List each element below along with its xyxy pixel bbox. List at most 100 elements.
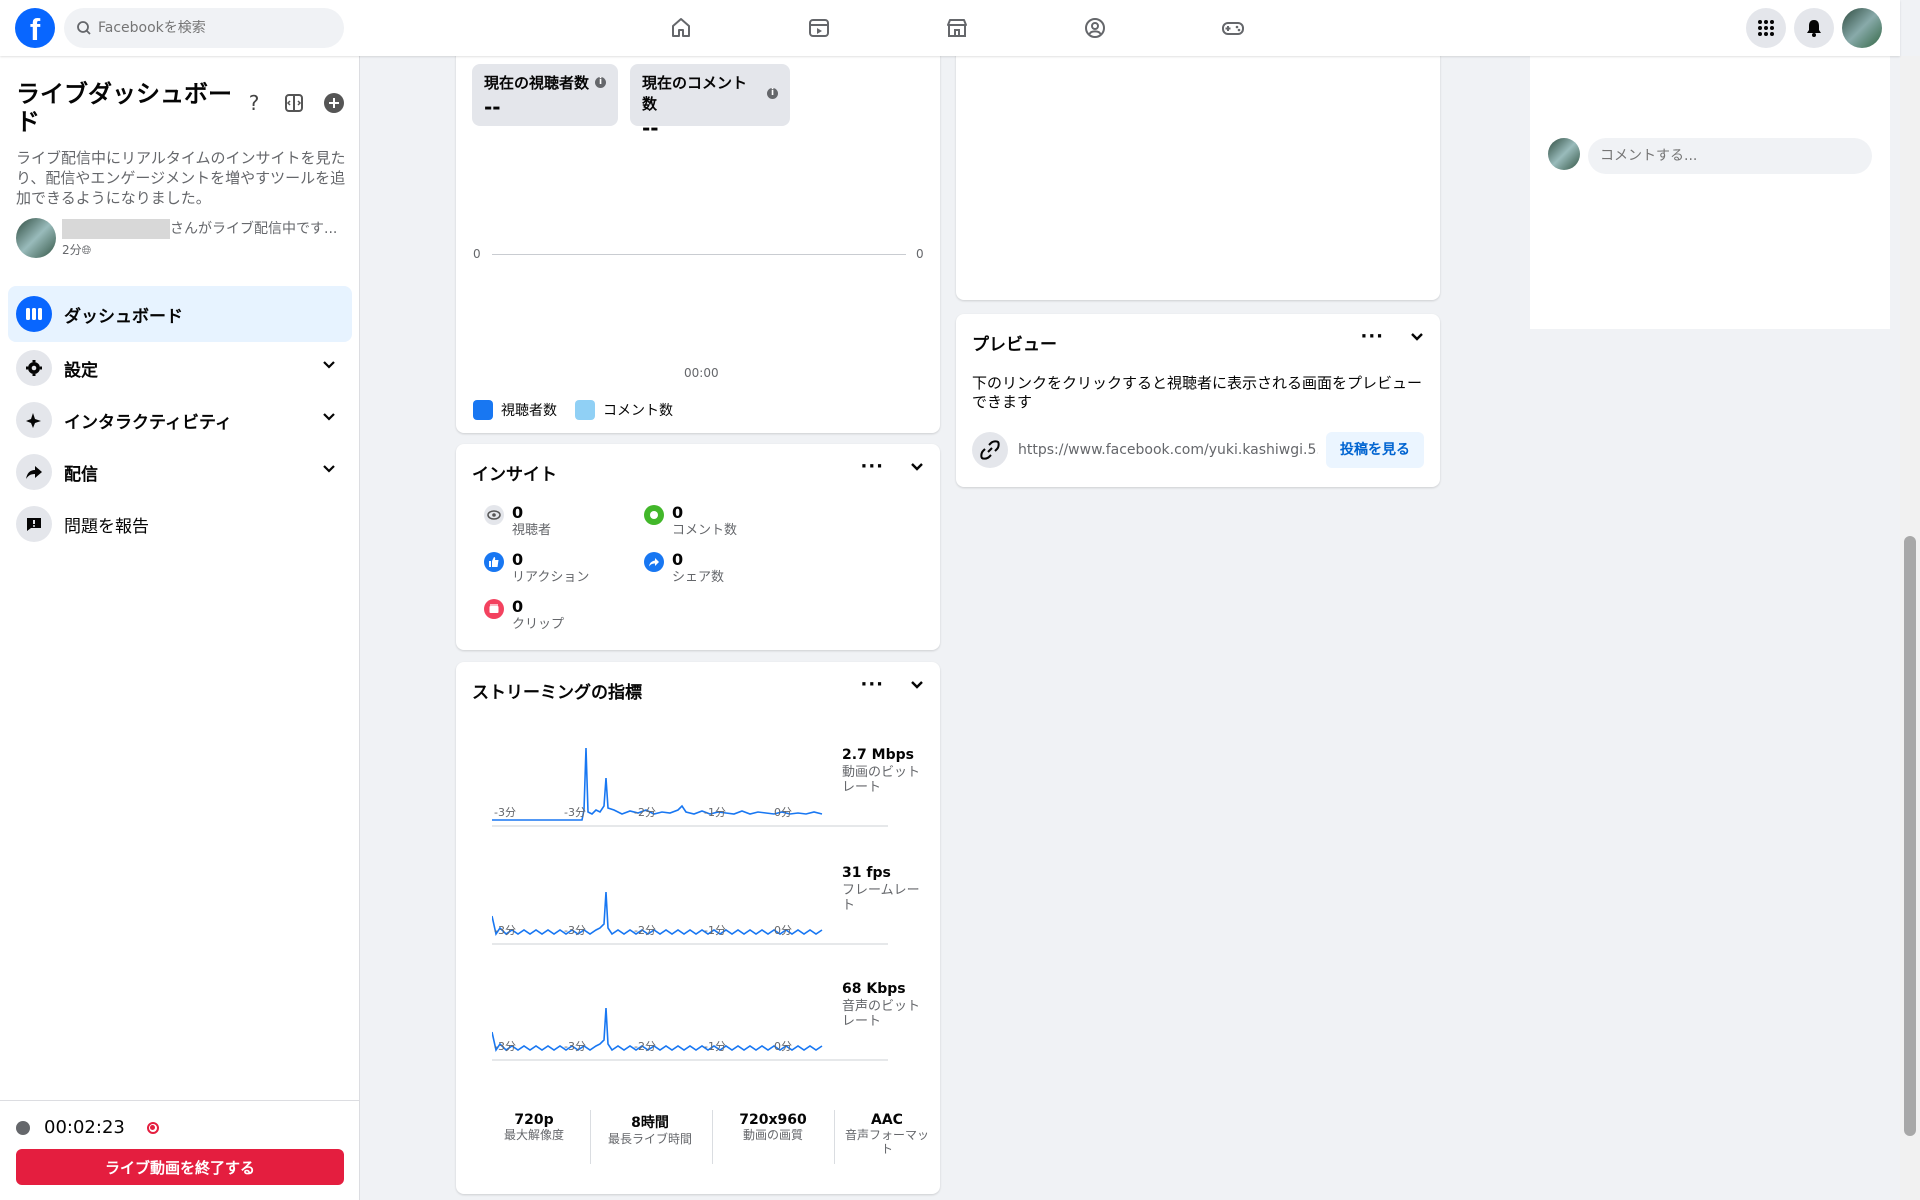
insight-value: 0	[672, 503, 684, 522]
spec-value: 720p	[514, 1112, 554, 1128]
menu-grid-icon[interactable]	[1746, 8, 1786, 48]
sidebar-item-settings[interactable]: 設定	[8, 342, 352, 394]
page-scrollbar[interactable]	[1900, 56, 1920, 1200]
insight-clips: 0 クリップ	[484, 598, 564, 634]
x-tick: 0分	[774, 924, 792, 937]
preview-url[interactable]: https://www.facebook.com/yuki.kashiwgi.5…	[1018, 442, 1318, 458]
x-tick: -2分	[634, 924, 656, 937]
video-bitrate-label: 動画のビットレート	[842, 765, 921, 795]
preview-description: 下のリンクをクリックすると視聴者に表示される画面をプレビューできます	[972, 374, 1423, 411]
spec-label: 音声フォーマット	[844, 1128, 929, 1156]
clock-icon	[16, 1120, 30, 1135]
chart-legend: 視聴者数 コメント数	[473, 400, 673, 420]
streaming-title: ストリーミングの指標	[472, 683, 642, 703]
current-comments-stat: 現在のコメント数 i --	[630, 64, 790, 140]
x-tick: -2分	[634, 806, 656, 819]
share-icon	[644, 552, 664, 572]
profile-avatar[interactable]	[1842, 8, 1882, 48]
spec-video-quality: 720x960 動画の画質	[718, 1112, 828, 1142]
spec-value: AAC	[871, 1112, 903, 1128]
frame-rate-value: 31 fps	[842, 865, 891, 881]
x-tick: -1分	[704, 924, 726, 937]
more-options-icon[interactable]: ···	[860, 458, 884, 476]
groups-icon[interactable]	[1026, 0, 1164, 56]
preview-title: プレビュー	[972, 335, 1057, 355]
search-input[interactable]	[98, 20, 318, 36]
spec-max-live-time: 8時間 最長ライブ時間	[598, 1112, 702, 1146]
chart-y-right: 0	[916, 247, 924, 261]
layout-toggle-icon[interactable]	[283, 92, 305, 114]
audio-bitrate-sparkline	[492, 1007, 888, 1061]
sparkle-icon	[16, 402, 52, 438]
x-tick: -3分	[494, 806, 516, 819]
globe-icon: 🌐︎	[81, 243, 92, 257]
chevron-down-icon[interactable]	[910, 462, 924, 472]
report-icon	[16, 506, 52, 542]
marketplace-icon[interactable]	[888, 0, 1026, 56]
sidebar-item-interactivity[interactable]: インタラクティビティ	[8, 394, 352, 446]
info-icon[interactable]: i	[767, 87, 778, 99]
more-options-icon[interactable]: ···	[860, 676, 884, 694]
top-navigation-bar: f	[0, 0, 1900, 56]
x-tick: -2分	[634, 1040, 656, 1053]
insight-label: シェア数	[672, 570, 725, 585]
chart-y-left: 0	[473, 247, 481, 261]
insights-title: インサイト	[472, 465, 557, 485]
chevron-down-icon[interactable]	[1410, 332, 1424, 342]
chevron-down-icon	[323, 465, 335, 473]
clip-icon	[484, 599, 504, 619]
preview-card: プレビュー ··· 下のリンクをクリックすると視聴者に表示される画面をプレビュー…	[956, 314, 1440, 487]
gear-icon	[16, 350, 52, 386]
thumbs-up-icon	[484, 552, 504, 572]
end-live-video-button[interactable]: ライブ動画を終了する	[16, 1149, 344, 1185]
insight-viewers: 0 視聴者	[484, 504, 551, 540]
add-icon[interactable]	[323, 92, 345, 114]
insight-label: リアクション	[512, 570, 590, 585]
scrollbar-thumb[interactable]	[1904, 536, 1916, 1136]
insight-value: 0	[512, 597, 524, 616]
frame-rate-label: フレームレート	[842, 883, 920, 913]
home-icon[interactable]	[612, 0, 750, 56]
sidebar-item-label: インタラクティビティ	[64, 412, 232, 433]
current-viewers-value: --	[484, 95, 501, 119]
eye-icon	[484, 505, 504, 525]
notifications-bell-icon[interactable]	[1794, 8, 1834, 48]
video-icon[interactable]	[750, 0, 888, 56]
help-icon[interactable]: ?	[243, 91, 265, 115]
recording-icon	[146, 1121, 159, 1134]
spec-label: 最長ライブ時間	[607, 1132, 692, 1146]
x-tick: -1分	[704, 806, 726, 819]
sidebar-item-label: ダッシュボード	[64, 306, 183, 327]
spec-max-resolution: 720p 最大解像度	[476, 1112, 592, 1142]
view-post-button[interactable]: 投稿を見る	[1326, 432, 1424, 468]
live-status: さんがライブ配信中です... 2分🌐︎	[16, 218, 337, 258]
dashboard-icon	[16, 296, 52, 332]
live-status-time: 2分	[62, 243, 82, 257]
facebook-logo[interactable]: f	[15, 8, 55, 48]
comment-input[interactable]	[1588, 138, 1872, 174]
info-icon[interactable]: i	[595, 77, 606, 88]
spec-label: 最大解像度	[503, 1128, 564, 1142]
insight-comments: 0 コメント数	[644, 504, 737, 540]
legend-comments-label: コメント数	[603, 403, 673, 419]
insight-reactions: 0 リアクション	[484, 551, 589, 587]
insight-label: クリップ	[512, 617, 565, 632]
more-options-icon[interactable]: ···	[1360, 328, 1384, 346]
chevron-down-icon[interactable]	[910, 680, 924, 690]
search-box[interactable]	[64, 8, 344, 48]
x-tick: -1分	[704, 1040, 726, 1053]
streaming-metrics-card: ストリーミングの指標 ··· 2.7 Mbps 動画のビットレート -3分 -3…	[456, 662, 940, 1194]
chevron-down-icon	[323, 413, 335, 421]
x-tick: 0分	[774, 806, 792, 819]
insight-value: 0	[672, 550, 684, 569]
sidebar-item-dashboard[interactable]: ダッシュボード	[8, 286, 352, 342]
viewers-card: 現在の視聴者数 i -- 現在のコメント数 i -- 0 0 00:00 視聴者数 …	[456, 48, 940, 433]
legend-comments-swatch	[575, 400, 595, 420]
insight-label: 視聴者	[512, 523, 552, 538]
x-tick: -3分	[494, 924, 516, 937]
sidebar-item-report-problem[interactable]: 問題を報告	[8, 498, 352, 550]
spec-value: 8時間	[631, 1115, 669, 1131]
gaming-icon[interactable]	[1164, 0, 1302, 56]
sidebar-item-distribution[interactable]: 配信	[8, 446, 352, 498]
chart-baseline	[492, 254, 906, 255]
